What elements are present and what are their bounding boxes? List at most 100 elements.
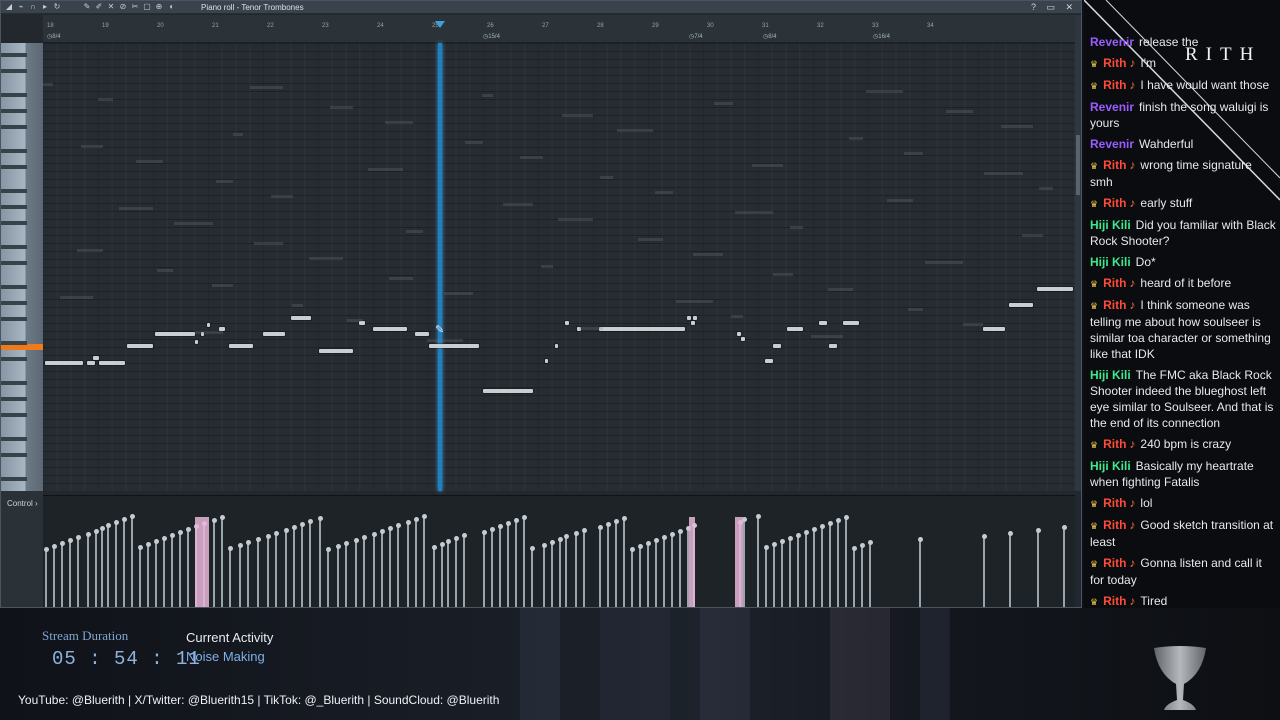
velocity-handle[interactable] [573,531,579,536]
velocity-bar[interactable] [355,540,357,607]
velocity-handle[interactable] [105,523,111,528]
midi-note[interactable] [843,321,859,325]
velocity-handle[interactable] [505,521,511,526]
midi-note[interactable] [829,344,837,348]
velocity-bar[interactable] [123,519,125,607]
velocity-handle[interactable] [273,531,279,536]
velocity-bar[interactable] [1009,533,1011,607]
midi-note[interactable] [765,359,773,363]
velocity-handle[interactable] [803,530,809,535]
velocity-handle[interactable] [445,539,451,544]
velocity-bar[interactable] [1063,527,1065,607]
velocity-handle[interactable] [811,527,817,532]
black-key[interactable] [1,357,27,361]
velocity-handle[interactable] [255,537,261,542]
delete-icon[interactable]: ✕ [107,3,115,11]
black-key[interactable] [1,397,27,401]
snap-icon[interactable]: ⌁ [17,3,25,11]
velocity-bar[interactable] [363,537,365,607]
velocity-handle[interactable] [245,540,251,545]
velocity-bar[interactable] [765,547,767,607]
velocity-handle[interactable] [851,546,857,551]
velocity-bar[interactable] [869,542,871,607]
velocity-handle[interactable] [237,543,243,548]
velocity-bar[interactable] [655,540,657,607]
velocity-bar[interactable] [381,531,383,607]
velocity-bar[interactable] [551,542,553,607]
velocity-handle[interactable] [265,534,271,539]
velocity-bar[interactable] [743,519,745,607]
velocity-bar[interactable] [285,530,287,607]
velocity-bar[interactable] [293,527,295,607]
midi-note[interactable] [87,361,95,365]
black-key[interactable] [1,205,27,209]
velocity-handle[interactable] [481,530,487,535]
velocity-handle[interactable] [379,529,385,534]
midi-note[interactable] [555,344,558,348]
midi-note[interactable] [693,316,697,320]
velocity-bar[interactable] [861,545,863,607]
velocity-bar[interactable] [559,539,561,607]
velocity-bar[interactable] [95,531,97,607]
velocity-bar[interactable] [789,538,791,607]
black-key[interactable] [1,261,27,265]
velocity-handle[interactable] [291,525,297,530]
black-key[interactable] [1,245,27,249]
selected-velocity-bar[interactable] [735,517,743,607]
velocity-bar[interactable] [797,535,799,607]
velocity-handle[interactable] [211,518,217,523]
midi-note[interactable] [787,327,803,331]
velocity-bar[interactable] [389,528,391,607]
velocity-handle[interactable] [161,536,167,541]
velocity-handle[interactable] [227,546,233,551]
black-key[interactable] [1,453,27,457]
velocity-handle[interactable] [755,514,761,519]
control-label[interactable]: Control › [1,491,43,607]
black-key[interactable] [1,285,27,289]
velocity-bar[interactable] [853,548,855,607]
window-controls[interactable]: ? ▭ ✕ [1031,2,1077,13]
midi-note[interactable] [599,327,685,331]
velocity-bar[interactable] [257,539,259,607]
velocity-bar[interactable] [275,533,277,607]
velocity-bar[interactable] [131,516,133,607]
velocity-handle[interactable] [431,545,437,550]
velocity-handle[interactable] [489,527,495,532]
velocity-handle[interactable] [795,533,801,538]
velocity-bar[interactable] [679,531,681,607]
velocity-bar[interactable] [543,545,545,607]
midi-note[interactable] [93,356,99,360]
midi-note[interactable] [1009,303,1033,307]
velocity-bar[interactable] [1037,530,1039,607]
velocity-bar[interactable] [407,522,409,607]
velocity-handle[interactable] [325,547,331,552]
velocity-bar[interactable] [455,538,457,607]
velocity-bar[interactable] [813,529,815,607]
selected-velocity-bar[interactable] [689,517,695,607]
velocity-handle[interactable] [621,516,627,521]
velocity-bar[interactable] [171,535,173,607]
velocity-handle[interactable] [413,517,419,522]
velocity-handle[interactable] [59,541,65,546]
velocity-bar[interactable] [647,543,649,607]
velocity-handle[interactable] [75,535,81,540]
velocity-bar[interactable] [845,517,847,607]
velocity-bar[interactable] [663,537,665,607]
midi-note[interactable] [687,316,691,320]
velocity-handle[interactable] [219,515,225,520]
velocity-handle[interactable] [361,535,367,540]
velocity-handle[interactable] [185,527,191,532]
velocity-bar[interactable] [327,549,329,607]
velocity-bar[interactable] [147,544,149,607]
velocity-bar[interactable] [101,528,103,607]
velocity-handle[interactable] [85,532,91,537]
velocity-bar[interactable] [213,520,215,607]
velocity-bar[interactable] [397,525,399,607]
velocity-bar[interactable] [221,517,223,607]
velocity-bar[interactable] [639,546,641,607]
black-key[interactable] [1,221,27,225]
black-key[interactable] [1,317,27,321]
velocity-bar[interactable] [837,520,839,607]
velocity-bar[interactable] [523,517,525,607]
velocity-bar[interactable] [919,539,921,607]
